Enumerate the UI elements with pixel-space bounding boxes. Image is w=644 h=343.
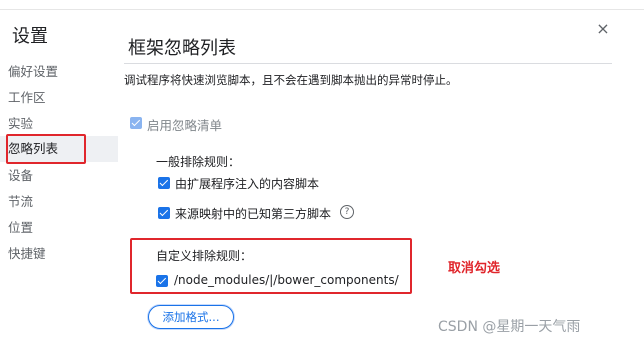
custom-rule-pattern: /node_modules/|/bower_components/ [174,273,399,287]
sidebar-item-preferences[interactable]: 偏好设置 [8,64,58,80]
window-top-border [0,0,644,10]
add-pattern-button[interactable]: 添加格式... [148,305,234,329]
sidebar-title: 设置 [12,26,48,47]
content-scripts-label: 由扩展程序注入的内容脚本 [175,177,320,191]
sidebar-item-experiments[interactable]: 实验 [8,116,33,132]
sidebar-item-shortcuts[interactable]: 快捷键 [8,246,46,262]
sidebar-item-workspace[interactable]: 工作区 [8,90,46,106]
third-party-scripts-label: 来源映射中的已知第三方脚本 [175,207,332,221]
enable-ignore-list-label: 启用忽略清单 [147,118,223,133]
title-divider [124,63,612,64]
enable-ignore-list-checkbox[interactable] [130,117,142,129]
third-party-scripts-checkbox[interactable] [158,207,170,219]
sidebar-item-label: 忽略列表 [8,141,59,156]
general-rules-heading: 一般排除规则： [156,155,241,169]
custom-rules-heading: 自定义排除规则： [156,249,253,263]
sidebar-item-devices[interactable]: 设备 [8,168,33,184]
help-icon[interactable]: ? [340,205,354,219]
custom-rule-checkbox[interactable] [156,275,168,287]
page-title: 框架忽略列表 [128,38,236,59]
sidebar-item-locations[interactable]: 位置 [8,220,33,236]
close-icon[interactable]: × [594,20,612,38]
sidebar-item-throttling[interactable]: 节流 [8,194,33,210]
sidebar-item-ignore-list[interactable]: 忽略列表 [0,136,118,162]
watermark: CSDN @星期一天气雨 [438,319,581,335]
content-scripts-checkbox[interactable] [158,177,170,189]
description-text: 调试程序将快速浏览脚本，且不会在遇到脚本抛出的异常时停止。 [124,73,458,87]
annotation-uncheck: 取消勾选 [448,261,501,276]
